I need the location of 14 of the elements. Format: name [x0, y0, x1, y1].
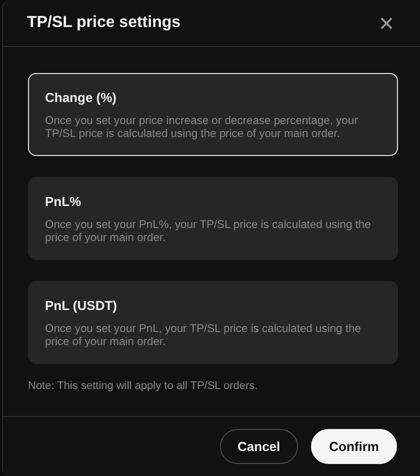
option-description: Once you set your PnL, your TP/SL price is calculated using the price of your main order.	[45, 323, 362, 348]
note-text: Note: This setting will apply to all TP/SL orders.	[28, 380, 259, 392]
option-title: PnL (USDT)	[45, 298, 118, 313]
close-button[interactable]: ×	[378, 10, 394, 36]
option-description: Once you set your price increase or decrease percentage, your TP/SL price is calculated using the price of your main order.	[45, 115, 359, 140]
confirm-button[interactable]: Confirm	[311, 429, 397, 464]
option-title: PnL%	[45, 194, 82, 209]
option-title: Change (%)	[45, 90, 118, 105]
cancel-button[interactable]: Cancel	[220, 429, 298, 464]
dialog-title: TP/SL price settings	[27, 14, 181, 32]
option-card[interactable]: PnL% Once you set your PnL%, your TP/SL price is calculated using the price of your main order.	[28, 177, 398, 260]
option-card[interactable]: PnL (USDT) Once you set your PnL, your TP/SL price is calculated using the price of your main order.	[28, 281, 398, 364]
option-card[interactable]: Change (%) Once you set your price increase or decrease percentage, your TP/SL price is calculated using the price of your main order.	[28, 73, 398, 156]
option-description: Once you set your PnL%, your TP/SL price is calculated using the price of your main order.	[45, 219, 372, 244]
